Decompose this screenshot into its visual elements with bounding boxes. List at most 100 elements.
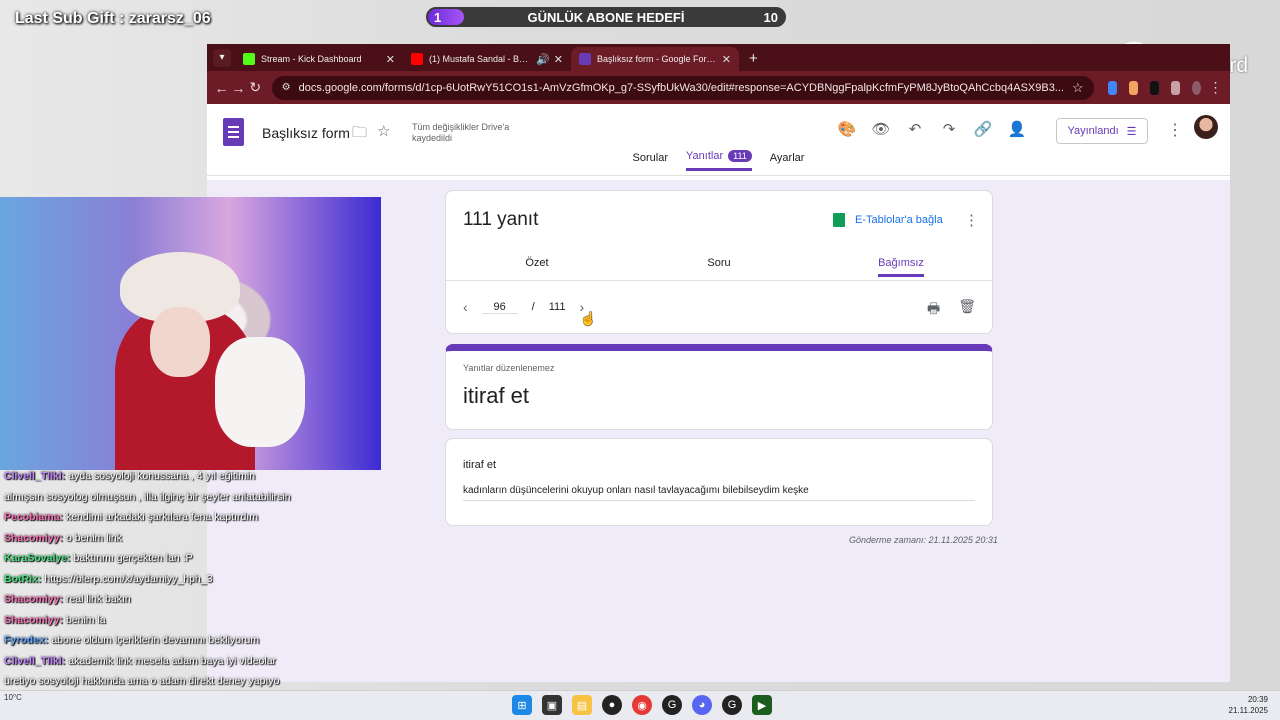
- responses-count-badge: 111: [728, 150, 752, 162]
- github-icon[interactable]: G: [662, 695, 682, 715]
- close-icon[interactable]: ✕: [722, 53, 731, 66]
- saved-status: Tüm değişiklikler Drive'a kaydedildi: [412, 122, 510, 143]
- bookmark-star-icon[interactable]: ☆: [1072, 80, 1084, 96]
- reload-icon[interactable]: ↻: [247, 79, 264, 96]
- extension-icon[interactable]: [1128, 80, 1138, 95]
- chat-text: real link bakın: [65, 593, 131, 605]
- response-header-card: Yanıtlar düzenlenemez itiraf et: [445, 344, 993, 430]
- url-field[interactable]: ⚙ docs.google.com/forms/d/1cp-6UotRwY51C…: [271, 75, 1094, 100]
- tab-kick-dashboard[interactable]: Stream - Kick Dashboard ✕: [235, 47, 403, 71]
- more-options-icon[interactable]: ⋮: [1167, 120, 1183, 140]
- chat-username[interactable]: Fyrodex:: [4, 634, 48, 646]
- back-icon[interactable]: ←: [213, 80, 230, 96]
- avatar[interactable]: [1194, 115, 1218, 139]
- sub-goal-bar: 1 GÜNLÜK ABONE HEDEFİ 10: [424, 5, 788, 29]
- sheets-icon: [833, 213, 845, 227]
- question-title: itiraf et: [463, 459, 497, 471]
- tab-questions-label: Sorular: [632, 151, 669, 164]
- current-response-input[interactable]: 96: [481, 301, 518, 314]
- chat-username[interactable]: Shacomiyy:: [4, 532, 63, 544]
- chat-username[interactable]: Clivell_Tlikl:: [4, 470, 65, 482]
- weather-widget[interactable]: 10°C: [4, 693, 22, 702]
- file-explorer-icon[interactable]: ▤: [572, 695, 592, 715]
- add-collaborator-icon[interactable]: 👤: [1000, 120, 1034, 138]
- published-button[interactable]: Yayınlandı ☰: [1056, 118, 1148, 144]
- tab-individual[interactable]: Bağımsız: [810, 257, 992, 280]
- extension-icon[interactable]: [1149, 80, 1159, 95]
- tab-settings-label: Ayarlar: [769, 151, 805, 164]
- clock-time: 20:39: [1247, 695, 1268, 704]
- windows-start-icon[interactable]: ⊞: [512, 695, 532, 715]
- chat-username[interactable]: Pecobiama:: [4, 511, 63, 523]
- tab-google-forms[interactable]: Başlıksız form - Google Formlar ✕: [571, 47, 739, 71]
- chat-message: üretiyo sosyoloji hakkında ama o adam di…: [4, 671, 344, 692]
- task-view-icon[interactable]: ▣: [542, 695, 562, 715]
- google-forms-logo-icon[interactable]: [223, 118, 244, 146]
- extensions-puzzle-icon[interactable]: [1170, 80, 1181, 95]
- menu-more-icon[interactable]: ⋮: [1207, 79, 1224, 96]
- weather-temperature: 10°C: [4, 693, 22, 702]
- translate-extension-icon[interactable]: [1107, 80, 1117, 95]
- terminal-icon[interactable]: ▶: [752, 695, 772, 715]
- chat-username[interactable]: Clivell_Tlikl:: [4, 655, 65, 667]
- forms-header: Başlıksız form 🗀 ☆ Tüm değişiklikler Dri…: [207, 104, 1230, 176]
- chat-username[interactable]: Shacomiyy:: [4, 593, 63, 605]
- discord-icon[interactable]: ◕: [692, 695, 712, 715]
- tab-settings[interactable]: Ayarlar: [770, 150, 805, 171]
- response-view-tabs: Özet Soru Bağımsız: [446, 257, 992, 281]
- star-icon[interactable]: ☆: [377, 122, 390, 140]
- webcam-person-body: [215, 337, 305, 447]
- obs-icon[interactable]: ●: [602, 695, 622, 715]
- close-icon[interactable]: ✕: [554, 53, 563, 66]
- more-options-icon[interactable]: ⋮: [964, 211, 979, 229]
- print-icon[interactable]: 🖶: [927, 298, 940, 322]
- site-info-icon[interactable]: ⚙: [282, 82, 291, 93]
- tab-individual-label: Bağımsız: [878, 257, 924, 277]
- tab-question[interactable]: Soru: [628, 257, 810, 280]
- form-tabs: Sorular Yanıtlar 111 Ayarlar: [207, 150, 1230, 171]
- tab-questions[interactable]: Sorular: [633, 150, 668, 171]
- tab-summary-label: Özet: [525, 257, 549, 269]
- chat-username[interactable]: BotRix:: [4, 573, 41, 585]
- chat-username[interactable]: Shacomiyy:: [4, 614, 63, 626]
- chat-text: almışsın sosyolog olmuşsun , illa ilginç…: [4, 490, 291, 503]
- sub-goal-title: GÜNLÜK ABONE HEDEFİ: [527, 9, 685, 25]
- chat-message: Shacomiyy: real link bakın: [4, 589, 344, 610]
- profile-icon[interactable]: [1192, 80, 1202, 95]
- tab-summary[interactable]: Özet: [446, 257, 628, 280]
- close-icon[interactable]: ✕: [386, 53, 395, 66]
- tab-youtube[interactable]: (1) Mustafa Sandal - Ben Olsa... 🔊 ✕: [403, 47, 571, 71]
- forward-icon[interactable]: →: [230, 80, 247, 96]
- link-icon[interactable]: 🔗: [966, 120, 1000, 138]
- stream-chat: Clivell_Tlikl: ayda sosyoloji konussana ,…: [4, 466, 344, 720]
- chat-text: baktınmı gerçekten lan :P: [73, 552, 193, 564]
- tab-search-icon[interactable]: ▾: [213, 49, 231, 67]
- link-to-sheets-label: E-Tablolar'a bağla: [855, 214, 943, 226]
- chrome-icon[interactable]: ◉: [632, 695, 652, 715]
- delete-icon[interactable]: 🗑: [958, 298, 976, 322]
- folder-icon[interactable]: 🗀: [352, 122, 367, 147]
- system-clock[interactable]: 20:39 21.11.2025: [1229, 694, 1268, 716]
- undo-icon[interactable]: ↶: [898, 120, 932, 138]
- chat-message: BotRix: https://blerp.com/x/aydamiyy_hph_…: [4, 569, 344, 590]
- speaker-icon[interactable]: 🔊: [536, 53, 550, 66]
- form-title[interactable]: Başlıksız form: [262, 125, 350, 141]
- sub-goal-target: 10: [763, 9, 778, 25]
- redo-icon[interactable]: ↷: [932, 120, 966, 138]
- kick-favicon-icon: [243, 53, 255, 65]
- chat-message: Shacomiyy: benim la: [4, 610, 344, 631]
- chevron-left-icon[interactable]: ‹: [463, 299, 468, 315]
- link-to-sheets-button[interactable]: E-Tablolar'a bağla: [833, 213, 943, 227]
- pager-separator: /: [531, 301, 535, 313]
- chat-username[interactable]: KaraSovalye:: [4, 552, 71, 564]
- new-tab-icon[interactable]: +: [749, 50, 758, 67]
- chat-text: https://blerp.com/x/aydamiyy_hph_3: [44, 572, 213, 585]
- tab-responses[interactable]: Yanıtlar 111: [686, 150, 752, 171]
- chat-message: KaraSovalye: baktınmı gerçekten lan :P: [4, 548, 344, 569]
- palette-icon[interactable]: 🎨: [830, 120, 864, 138]
- address-bar: ← → ↻ ⚙ docs.google.com/forms/d/1cp-6Uot…: [207, 71, 1230, 104]
- preview-eye-icon[interactable]: 👁: [864, 120, 898, 138]
- tune-icon: ☰: [1126, 125, 1137, 138]
- taskbar: 10°C ⊞ ▣ ▤ ● ◉ G ◕ G ▶ 20:39 21.11.2025: [0, 690, 1280, 720]
- github-desktop-icon[interactable]: G: [722, 695, 742, 715]
